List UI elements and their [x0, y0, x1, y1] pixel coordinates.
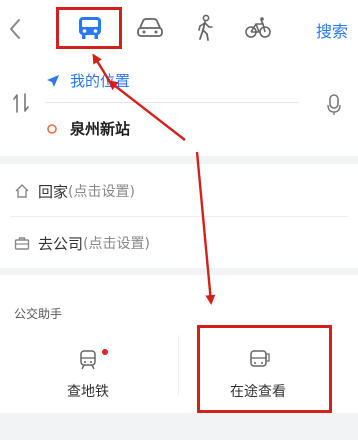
annotation-arrow: [195, 151, 216, 305]
annotation-arrow: [107, 80, 186, 141]
annotation-arrow: [92, 53, 112, 83]
annotation-arrows: [92, 53, 216, 305]
